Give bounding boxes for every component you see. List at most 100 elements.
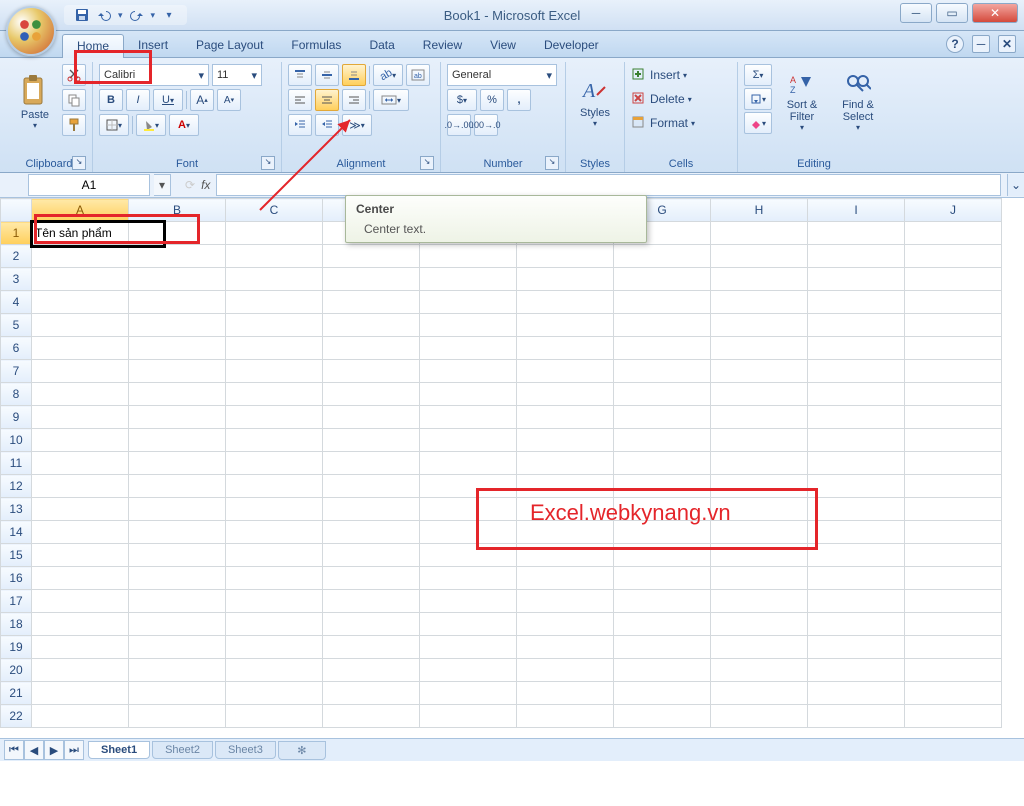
- cell-F20[interactable]: [517, 659, 614, 682]
- cell-B9[interactable]: [129, 406, 226, 429]
- tab-review[interactable]: Review: [409, 34, 476, 57]
- shrink-font-icon[interactable]: A▾: [217, 89, 241, 111]
- cell-H21[interactable]: [711, 682, 808, 705]
- cell-D15[interactable]: [323, 544, 420, 567]
- cell-C10[interactable]: [226, 429, 323, 452]
- cell-C17[interactable]: [226, 590, 323, 613]
- delete-cells-button[interactable]: Delete ▾: [631, 88, 692, 110]
- cell-G6[interactable]: [614, 337, 711, 360]
- insert-cells-button[interactable]: Insert ▾: [631, 64, 687, 86]
- cell-C13[interactable]: [226, 498, 323, 521]
- tab-developer[interactable]: Developer: [530, 34, 613, 57]
- cell-H20[interactable]: [711, 659, 808, 682]
- cell-A12[interactable]: [32, 475, 129, 498]
- cell-A19[interactable]: [32, 636, 129, 659]
- col-header-J[interactable]: J: [905, 199, 1002, 222]
- merge-center-icon[interactable]: ▾: [373, 89, 409, 111]
- cell-D14[interactable]: [323, 521, 420, 544]
- row-header-11[interactable]: 11: [1, 452, 32, 475]
- cell-D9[interactable]: [323, 406, 420, 429]
- cell-G8[interactable]: [614, 383, 711, 406]
- cell-H4[interactable]: [711, 291, 808, 314]
- col-header-B[interactable]: B: [129, 199, 226, 222]
- cell-H19[interactable]: [711, 636, 808, 659]
- cell-G3[interactable]: [614, 268, 711, 291]
- cell-C6[interactable]: [226, 337, 323, 360]
- cell-D8[interactable]: [323, 383, 420, 406]
- cell-B14[interactable]: [129, 521, 226, 544]
- cell-B16[interactable]: [129, 567, 226, 590]
- cell-I2[interactable]: [808, 245, 905, 268]
- cell-F18[interactable]: [517, 613, 614, 636]
- cell-B4[interactable]: [129, 291, 226, 314]
- cell-A13[interactable]: [32, 498, 129, 521]
- grow-font-icon[interactable]: A▴: [190, 89, 214, 111]
- cancel-formula-icon[interactable]: ⟳: [185, 178, 195, 192]
- insert-sheet-icon[interactable]: ✻: [278, 741, 326, 760]
- cell-H7[interactable]: [711, 360, 808, 383]
- cell-A7[interactable]: [32, 360, 129, 383]
- sheet-nav-prev-icon[interactable]: ◀: [24, 740, 44, 760]
- cell-C2[interactable]: [226, 245, 323, 268]
- row-header-18[interactable]: 18: [1, 613, 32, 636]
- cell-I20[interactable]: [808, 659, 905, 682]
- cell-A22[interactable]: [32, 705, 129, 728]
- cell-C20[interactable]: [226, 659, 323, 682]
- cell-I11[interactable]: [808, 452, 905, 475]
- cell-H10[interactable]: [711, 429, 808, 452]
- cell-D17[interactable]: [323, 590, 420, 613]
- cell-G20[interactable]: [614, 659, 711, 682]
- cell-J5[interactable]: [905, 314, 1002, 337]
- fill-icon[interactable]: ▾: [744, 88, 772, 110]
- cell-D7[interactable]: [323, 360, 420, 383]
- cell-I1[interactable]: [808, 222, 905, 245]
- cell-G9[interactable]: [614, 406, 711, 429]
- cell-G2[interactable]: [614, 245, 711, 268]
- cell-J17[interactable]: [905, 590, 1002, 613]
- cell-E6[interactable]: [420, 337, 517, 360]
- cell-I17[interactable]: [808, 590, 905, 613]
- cell-G4[interactable]: [614, 291, 711, 314]
- cell-D19[interactable]: [323, 636, 420, 659]
- cell-C16[interactable]: [226, 567, 323, 590]
- row-header-14[interactable]: 14: [1, 521, 32, 544]
- cell-H17[interactable]: [711, 590, 808, 613]
- cell-G12[interactable]: [614, 475, 711, 498]
- cell-B13[interactable]: [129, 498, 226, 521]
- cell-A10[interactable]: [32, 429, 129, 452]
- cell-A9[interactable]: [32, 406, 129, 429]
- number-launcher-icon[interactable]: ↘: [545, 156, 559, 170]
- cell-A16[interactable]: [32, 567, 129, 590]
- cell-H12[interactable]: [711, 475, 808, 498]
- cell-E11[interactable]: [420, 452, 517, 475]
- cell-I7[interactable]: [808, 360, 905, 383]
- paste-button[interactable]: Paste ▾: [12, 64, 58, 138]
- cell-A18[interactable]: [32, 613, 129, 636]
- cell-A17[interactable]: [32, 590, 129, 613]
- sheet-nav-first-icon[interactable]: ⏮: [4, 740, 24, 760]
- cell-D20[interactable]: [323, 659, 420, 682]
- cell-F6[interactable]: [517, 337, 614, 360]
- cell-E14[interactable]: [420, 521, 517, 544]
- cell-H3[interactable]: [711, 268, 808, 291]
- row-header-12[interactable]: 12: [1, 475, 32, 498]
- increase-decimal-icon[interactable]: .0→.00: [447, 114, 471, 136]
- cell-D5[interactable]: [323, 314, 420, 337]
- cell-A14[interactable]: [32, 521, 129, 544]
- cell-J19[interactable]: [905, 636, 1002, 659]
- align-right-icon[interactable]: [342, 89, 366, 111]
- cell-H1[interactable]: [711, 222, 808, 245]
- cell-J13[interactable]: [905, 498, 1002, 521]
- cell-F5[interactable]: [517, 314, 614, 337]
- sheet-tab-2[interactable]: Sheet2: [152, 741, 213, 759]
- cell-E10[interactable]: [420, 429, 517, 452]
- cell-I21[interactable]: [808, 682, 905, 705]
- cell-F22[interactable]: [517, 705, 614, 728]
- font-size-combo[interactable]: 11▾: [212, 64, 262, 86]
- cell-I22[interactable]: [808, 705, 905, 728]
- find-select-button[interactable]: Find & Select▾: [832, 64, 884, 138]
- alignment-launcher-icon[interactable]: ↘: [420, 156, 434, 170]
- tab-home[interactable]: Home: [62, 34, 124, 58]
- cell-H22[interactable]: [711, 705, 808, 728]
- cell-B21[interactable]: [129, 682, 226, 705]
